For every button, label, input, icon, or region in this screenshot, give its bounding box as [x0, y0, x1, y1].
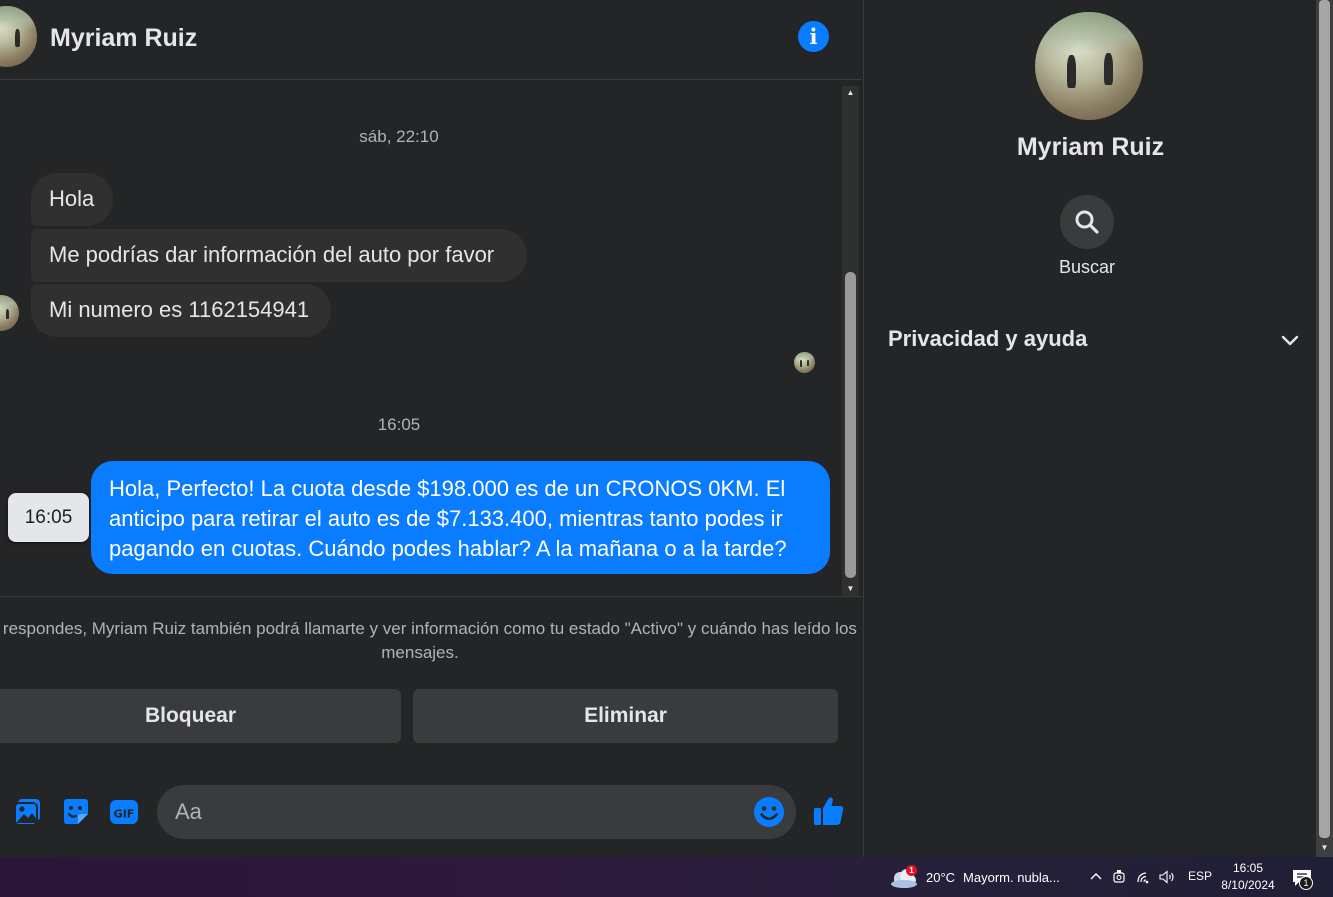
sender-avatar	[0, 295, 19, 331]
message-input[interactable]	[175, 785, 735, 839]
weather-widget[interactable]: 1 20°C Mayorm. nubla...	[890, 865, 1060, 889]
emoji-icon[interactable]	[753, 796, 785, 828]
meet-now-icon[interactable]	[1111, 868, 1129, 886]
scroll-thumb[interactable]	[845, 272, 856, 578]
weather-description: Mayorm. nubla...	[963, 869, 1060, 885]
windows-taskbar: 1 20°C Mayorm. nubla... ESP 16:05 8/10/2…	[0, 857, 1333, 897]
profile-avatar[interactable]	[1035, 12, 1143, 120]
system-clock[interactable]: 16:05 8/10/2024	[1218, 860, 1278, 894]
search-icon	[1075, 210, 1099, 234]
outgoing-message[interactable]: Hola, Perfecto! La cuota desde $198.000 …	[91, 461, 830, 574]
weather-badge: 1	[906, 865, 917, 876]
message-request-notice: Si respondes, Myriam Ruiz también podrá …	[0, 619, 857, 662]
weather-temperature: 20°C	[926, 869, 956, 885]
seen-indicator-avatar	[794, 352, 815, 373]
scroll-down-arrow-icon[interactable]: ▼	[1316, 841, 1333, 855]
contact-avatar[interactable]	[0, 6, 37, 67]
conversation-details-panel: Myriam Ruiz Buscar Privacidad y ayuda	[863, 0, 1316, 857]
wifi-icon[interactable]	[1135, 868, 1153, 886]
privacy-help-label: Privacidad y ayuda	[888, 326, 1088, 351]
scroll-up-arrow-icon[interactable]: ▲	[842, 86, 859, 100]
scroll-down-arrow-icon[interactable]: ▼	[842, 582, 859, 596]
photo-icon[interactable]	[12, 796, 44, 828]
block-button[interactable]: Bloquear	[0, 689, 401, 743]
search-button[interactable]	[1060, 195, 1114, 249]
chevron-down-icon	[1281, 335, 1299, 346]
divider	[0, 596, 862, 597]
incoming-message[interactable]: Hola	[31, 173, 113, 226]
info-icon[interactable]: i	[798, 21, 829, 52]
message-timestamp: 16:05	[377, 415, 421, 434]
message-scrollbar[interactable]: ▲ ▼	[842, 86, 859, 596]
speaker-icon[interactable]	[1158, 868, 1176, 886]
window-scrollbar[interactable]: ▼	[1316, 0, 1333, 857]
clock-time: 16:05	[1232, 861, 1264, 875]
composer: GIF	[0, 770, 862, 857]
sticker-icon[interactable]	[60, 796, 92, 828]
window-scroll-thumb[interactable]	[1319, 0, 1330, 838]
svg-text:GIF: GIF	[114, 808, 135, 821]
incoming-message[interactable]: Me podrías dar información del auto por …	[31, 229, 527, 282]
chat-header: Myriam Ruiz i	[0, 0, 862, 80]
delete-button[interactable]: Eliminar	[413, 689, 838, 743]
incoming-message[interactable]: Mi numero es 1162154941	[31, 284, 331, 337]
chevron-up-icon[interactable]	[1087, 868, 1105, 886]
message-timestamp: sáb, 22:10	[359, 127, 439, 146]
clock-date: 8/10/2024	[1221, 878, 1275, 892]
profile-name[interactable]: Myriam Ruiz	[864, 133, 1317, 162]
input-language[interactable]: ESP	[1188, 869, 1212, 883]
gif-icon[interactable]: GIF	[108, 796, 140, 828]
search-label[interactable]: Buscar	[1037, 257, 1137, 278]
notification-count-badge: 1	[1299, 876, 1313, 890]
message-input-box	[157, 785, 796, 839]
chat-panel: Myriam Ruiz i sáb, 22:10 Hola Me podrías…	[0, 0, 862, 857]
like-icon[interactable]	[812, 794, 846, 828]
message-list: sáb, 22:10 Hola Me podrías dar informaci…	[0, 86, 842, 596]
message-time-tooltip: 16:05	[8, 493, 89, 542]
cloud-icon: 1	[890, 865, 918, 889]
contact-name[interactable]: Myriam Ruiz	[50, 24, 197, 53]
messenger-window: Myriam Ruiz i sáb, 22:10 Hola Me podrías…	[0, 0, 1333, 897]
privacy-help-section[interactable]: Privacidad y ayuda	[888, 318, 1300, 362]
